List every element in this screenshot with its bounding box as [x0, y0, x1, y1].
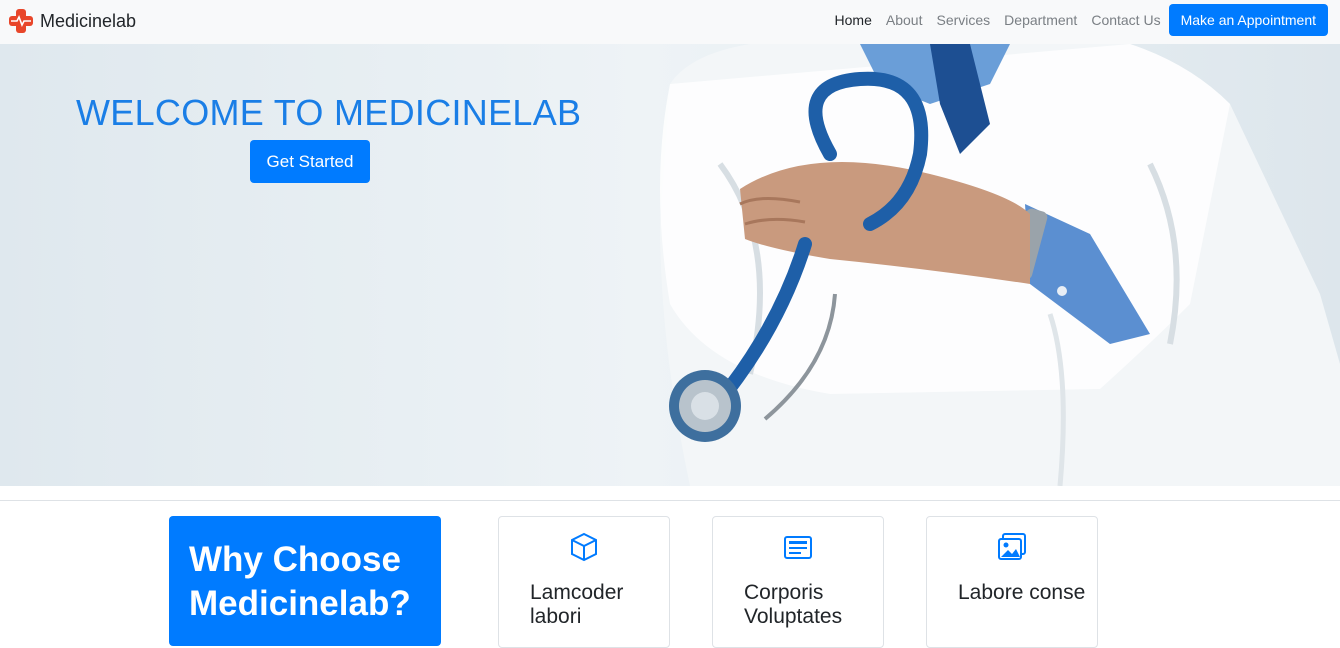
- box-icon: [571, 532, 597, 562]
- hero-title: WELCOME TO MEDICINELAB: [76, 92, 582, 133]
- medical-cross-icon: [9, 9, 33, 33]
- document-icon: [784, 536, 812, 559]
- nav-contact-us[interactable]: Contact Us: [1084, 12, 1167, 28]
- get-started-button[interactable]: Get Started: [250, 140, 370, 183]
- nav-home[interactable]: Home: [828, 12, 879, 28]
- nav-links: Home About Services Department Contact U…: [828, 4, 1328, 36]
- make-appointment-button[interactable]: Make an Appointment: [1168, 4, 1328, 36]
- images-icon: [998, 533, 1026, 560]
- feature-card-1[interactable]: Lamcoder labori: [498, 516, 670, 648]
- feature-card-title: Labore conse: [958, 581, 1086, 604]
- brand[interactable]: Medicinelab: [8, 8, 136, 34]
- nav-services[interactable]: Services: [929, 12, 997, 28]
- feature-card-3[interactable]: Labore conse: [926, 516, 1098, 648]
- why-choose-title: Why Choose Medicinelab?: [189, 540, 411, 623]
- nav-about[interactable]: About: [879, 12, 930, 28]
- doctor-image: [660, 44, 1340, 486]
- navbar: Medicinelab Home About Services Departme…: [0, 0, 1340, 44]
- brand-name: Medicinelab: [40, 10, 137, 31]
- feature-card-2[interactable]: Corporis Voluptates: [712, 516, 884, 648]
- hero-section: WELCOME TO MEDICINELAB Get Started: [0, 44, 1340, 486]
- nav-department[interactable]: Department: [997, 12, 1084, 28]
- section-divider: [0, 500, 1340, 501]
- why-choose-box: Why Choose Medicinelab?: [169, 516, 441, 646]
